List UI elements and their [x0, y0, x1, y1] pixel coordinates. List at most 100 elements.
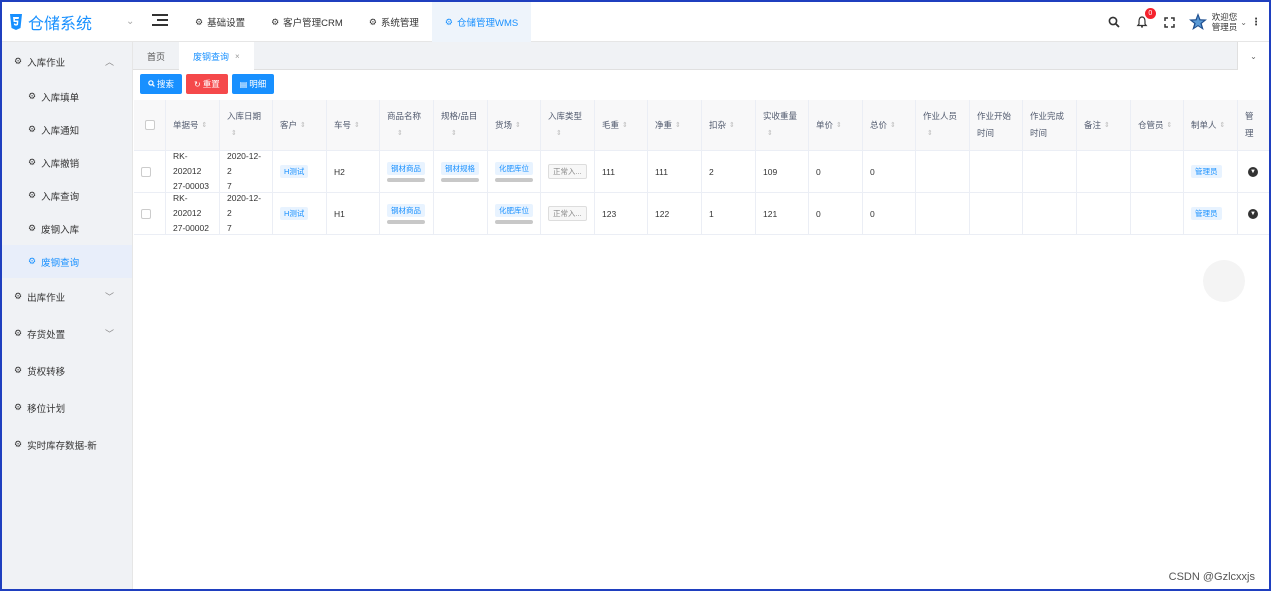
tabs-dropdown-chevron-icon[interactable]: ⌄ — [1237, 42, 1269, 70]
sidebar-item-realtime-stock[interactable]: ⚙ 实时库存数据-新 — [2, 426, 132, 463]
column-header[interactable]: 作业人员 ⇕ — [916, 100, 970, 150]
sort-icon[interactable]: ⇕ — [451, 125, 457, 142]
sort-icon[interactable]: ⇕ — [927, 125, 933, 142]
maker-tag: 管理员 — [1191, 165, 1222, 178]
sidebar-item-label: 出库作业 — [27, 292, 66, 304]
column-header[interactable]: 车号 ⇕ — [327, 100, 380, 150]
cell-keeper — [1131, 193, 1184, 234]
cell-remark — [1077, 151, 1131, 192]
column-header[interactable]: 实收重量 ⇕ — [756, 100, 809, 150]
column-header[interactable]: 作业完成时间 — [1023, 100, 1077, 150]
sidebar-item-scrap-inbound[interactable]: ⚙ 废钢入库 — [2, 212, 132, 245]
sort-icon[interactable]: ⇕ — [622, 117, 628, 134]
sidebar-item-scrap-query[interactable]: ⚙ 废钢查询 — [2, 245, 132, 278]
column-header[interactable]: 管理 — [1238, 100, 1268, 150]
user-welcome[interactable]: 欢迎您 管理员 — [1212, 12, 1238, 32]
column-header[interactable]: 总价 ⇕ — [863, 100, 916, 150]
gear-icon: ⚙ — [271, 16, 280, 27]
sidebar-item-stock-disposal[interactable]: ⚙ 存货处置 ﹀ — [2, 315, 132, 352]
sidebar-item-outbound-ops[interactable]: ⚙ 出库作业 ﹀ — [2, 278, 132, 315]
column-header[interactable]: 备注 ⇕ — [1077, 100, 1131, 150]
column-header[interactable]: 扣杂 ⇕ — [702, 100, 756, 150]
search-button[interactable]: 搜索 — [140, 74, 183, 94]
column-header[interactable]: 入库日期 ⇕ — [220, 100, 273, 150]
table-row[interactable]: RK-202012 27-00003 2020-12-2 7 H测试 H2 钢材… — [134, 151, 1269, 193]
sort-icon[interactable]: ⇕ — [1220, 117, 1226, 134]
column-header[interactable]: 单据号 ⇕ — [166, 100, 220, 150]
sort-icon[interactable]: ⇕ — [729, 117, 735, 134]
column-header[interactable]: 净重 ⇕ — [648, 100, 702, 150]
column-header[interactable]: 制单人 ⇕ — [1184, 100, 1238, 150]
chevron-circle-down-icon[interactable]: ▼ — [1248, 208, 1258, 219]
sidebar-item-inbound-cancel[interactable]: ⚙ 入库撤销 — [2, 146, 132, 179]
sort-icon[interactable]: ⇕ — [1167, 117, 1173, 134]
column-header[interactable]: 仓管员 ⇕ — [1131, 100, 1184, 150]
gear-icon: ⚙ — [14, 328, 23, 338]
sidebar-item-ownership-transfer[interactable]: ⚙ 货权转移 — [2, 352, 132, 389]
tab-basic-settings[interactable]: ⚙ 基础设置 — [182, 2, 258, 42]
cell-net: 111 — [648, 151, 702, 192]
sort-icon[interactable]: ⇕ — [515, 117, 521, 134]
app-logo[interactable]: 仓储系统 — [8, 11, 92, 33]
reset-button[interactable]: ↻ 重置 — [186, 74, 228, 94]
sort-icon[interactable]: ⇕ — [890, 117, 896, 134]
gear-icon: ⚙ — [14, 56, 23, 66]
column-header[interactable]: 货场 ⇕ — [488, 100, 541, 150]
blurred-text — [495, 177, 533, 182]
sort-icon[interactable]: ⇕ — [202, 117, 208, 134]
sidebar-item-inbound-notice[interactable]: ⚙ 入库通知 — [2, 113, 132, 146]
gear-icon: ⚙ — [28, 223, 37, 233]
column-title: 总价 — [870, 119, 888, 130]
sidebar-item-inbound-fill[interactable]: ⚙ 入库填单 — [2, 80, 132, 113]
main-content: 首页 废钢查询 × ⌄ 搜索 ↻ 重置 ▤ 明细 单据号 ⇕ 入库日期 ⇕ 客户… — [133, 42, 1269, 589]
search-icon[interactable] — [1106, 14, 1122, 30]
cell-date: 2020-12-2 7 — [220, 151, 273, 192]
chevron-circle-down-icon[interactable]: ▼ — [1248, 166, 1258, 177]
detail-button[interactable]: ▤ 明细 — [231, 74, 275, 94]
cell-start-time — [970, 151, 1023, 192]
column-header[interactable]: 客户 ⇕ — [273, 100, 327, 150]
sidebar-item-label: 实时库存数据-新 — [27, 440, 97, 452]
chevron-down-icon[interactable]: ⌄ — [126, 16, 134, 27]
row-checkbox[interactable] — [141, 208, 151, 219]
sort-icon[interactable]: ⇕ — [354, 117, 360, 134]
date-line: 7 — [227, 223, 232, 233]
fullscreen-icon[interactable] — [1162, 14, 1178, 30]
column-header[interactable]: 规格/品目 ⇕ — [434, 100, 488, 150]
close-icon[interactable]: × — [235, 52, 240, 61]
column-header[interactable]: 商品名称 ⇕ — [380, 100, 434, 150]
bell-icon[interactable]: 0 — [1134, 8, 1156, 30]
cell-type: 正常入... — [541, 151, 595, 192]
column-header[interactable]: 单价 ⇕ — [809, 100, 863, 150]
table-row[interactable]: RK-202012 27-00002 2020-12-2 7 H测试 H1 钢材… — [134, 193, 1269, 235]
column-header[interactable]: 毛重 ⇕ — [595, 100, 648, 150]
tab-wms[interactable]: ⚙ 仓储管理WMS — [431, 2, 532, 42]
sort-icon[interactable]: ⇕ — [397, 125, 403, 142]
select-all-checkbox[interactable] — [144, 120, 155, 130]
cell-customer: H测试 — [273, 193, 327, 234]
sort-icon[interactable]: ⇕ — [556, 125, 562, 142]
tab-crm[interactable]: ⚙ 客户管理CRM — [258, 2, 356, 42]
chevron-down-icon[interactable]: ⌄ — [1240, 18, 1247, 27]
tab-system[interactable]: ⚙ 系统管理 — [356, 2, 432, 42]
sort-icon[interactable]: ⇕ — [836, 117, 842, 134]
sidebar-item-relocation-plan[interactable]: ⚙ 移位计划 — [2, 389, 132, 426]
column-header[interactable]: 作业开始时间 — [970, 100, 1023, 150]
page-tab-scrap-query[interactable]: 废钢查询 × — [179, 42, 254, 70]
sort-icon[interactable]: ⇕ — [675, 117, 681, 134]
more-vertical-icon[interactable]: ⋮ — [1251, 17, 1261, 28]
page-tab-home[interactable]: 首页 — [133, 42, 179, 70]
sort-icon[interactable]: ⇕ — [1104, 117, 1110, 134]
cell-spec: 钢材规格 — [434, 151, 488, 192]
sidebar-item-inbound-ops[interactable]: ⚙ 入库作业 ︿ — [2, 43, 132, 80]
row-checkbox[interactable] — [141, 166, 151, 177]
sort-icon[interactable]: ⇕ — [231, 125, 237, 142]
sort-icon[interactable]: ⇕ — [300, 117, 306, 134]
avatar-star-icon[interactable] — [1188, 12, 1208, 32]
menu-indent-icon[interactable] — [152, 14, 168, 28]
gear-icon: ⚙ — [195, 16, 204, 27]
sidebar-item-inbound-query[interactable]: ⚙ 入库查询 — [2, 179, 132, 212]
column-header[interactable]: 入库类型 ⇕ — [541, 100, 595, 150]
cell-maker: 管理员 — [1184, 193, 1238, 234]
sort-icon[interactable]: ⇕ — [767, 125, 773, 142]
